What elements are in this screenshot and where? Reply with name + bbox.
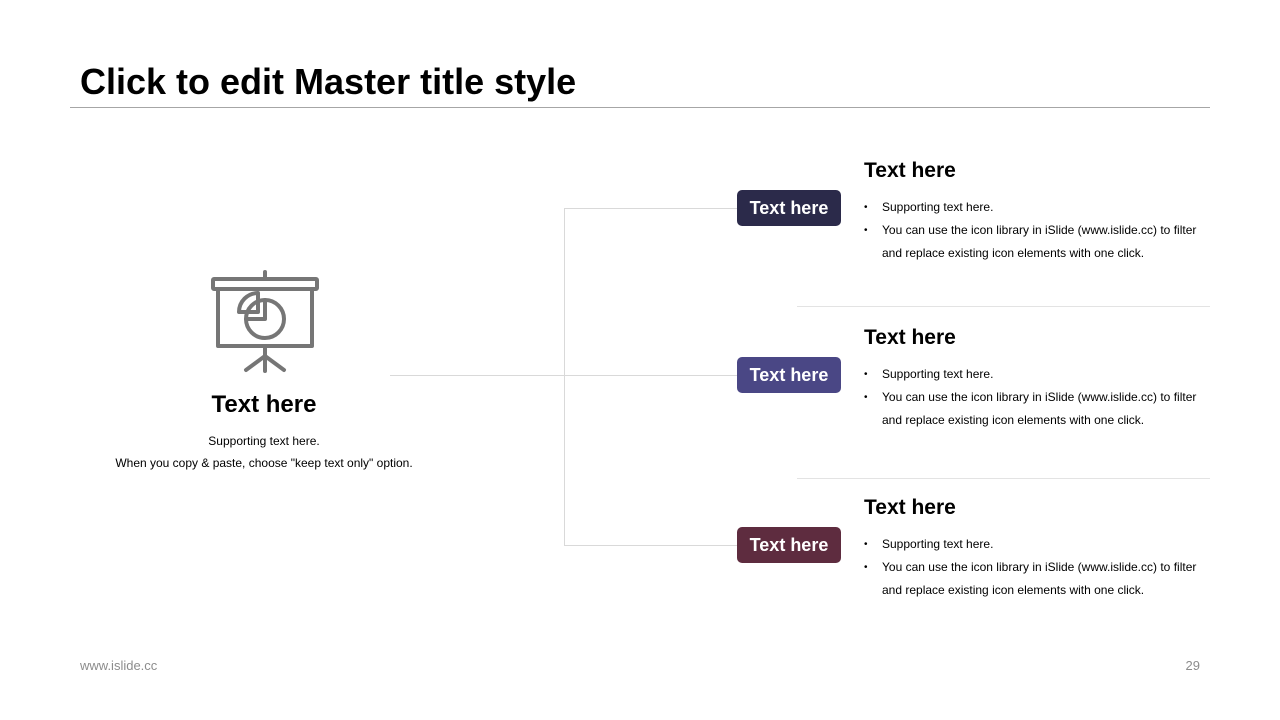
bullet-item: You can use the icon library in iSlide (… xyxy=(864,386,1204,432)
footer-website: www.islide.cc xyxy=(80,658,158,673)
connector-branch-2 xyxy=(564,375,737,376)
item-heading-2[interactable]: Text here xyxy=(864,325,956,351)
left-support-line: Supporting text here. xyxy=(208,434,320,448)
bullet-item: You can use the icon library in iSlide (… xyxy=(864,556,1204,602)
bullet-item: You can use the icon library in iSlide (… xyxy=(864,219,1204,265)
bullet-item: Supporting text here. xyxy=(864,196,1204,219)
item-pill-2[interactable]: Text here xyxy=(737,357,841,393)
page-number: 29 xyxy=(1185,658,1200,673)
item-bullets-3[interactable]: Supporting text here. You can use the ic… xyxy=(864,533,1204,602)
item-separator-1 xyxy=(797,306,1210,307)
item-heading-3[interactable]: Text here xyxy=(864,495,956,521)
left-supporting-text[interactable]: Supporting text here. When you copy & pa… xyxy=(100,430,428,474)
item-bullets-2[interactable]: Supporting text here. You can use the ic… xyxy=(864,363,1204,432)
connector-vertical xyxy=(564,208,565,546)
bullet-item: Supporting text here. xyxy=(864,363,1204,386)
item-heading-1[interactable]: Text here xyxy=(864,158,956,184)
title-divider xyxy=(70,107,1210,108)
connector-branch-3 xyxy=(564,545,737,546)
left-heading[interactable]: Text here xyxy=(114,390,414,420)
item-bullets-1[interactable]: Supporting text here. You can use the ic… xyxy=(864,196,1204,265)
item-pill-1[interactable]: Text here xyxy=(737,190,841,226)
slide-title[interactable]: Click to edit Master title style xyxy=(80,60,576,104)
connector-main xyxy=(390,375,565,376)
presentation-pie-chart-icon xyxy=(210,270,320,375)
item-pill-3[interactable]: Text here xyxy=(737,527,841,563)
connector-branch-1 xyxy=(564,208,737,209)
left-support-line: When you copy & paste, choose "keep text… xyxy=(115,456,413,470)
bullet-item: Supporting text here. xyxy=(864,533,1204,556)
item-separator-2 xyxy=(797,478,1210,479)
